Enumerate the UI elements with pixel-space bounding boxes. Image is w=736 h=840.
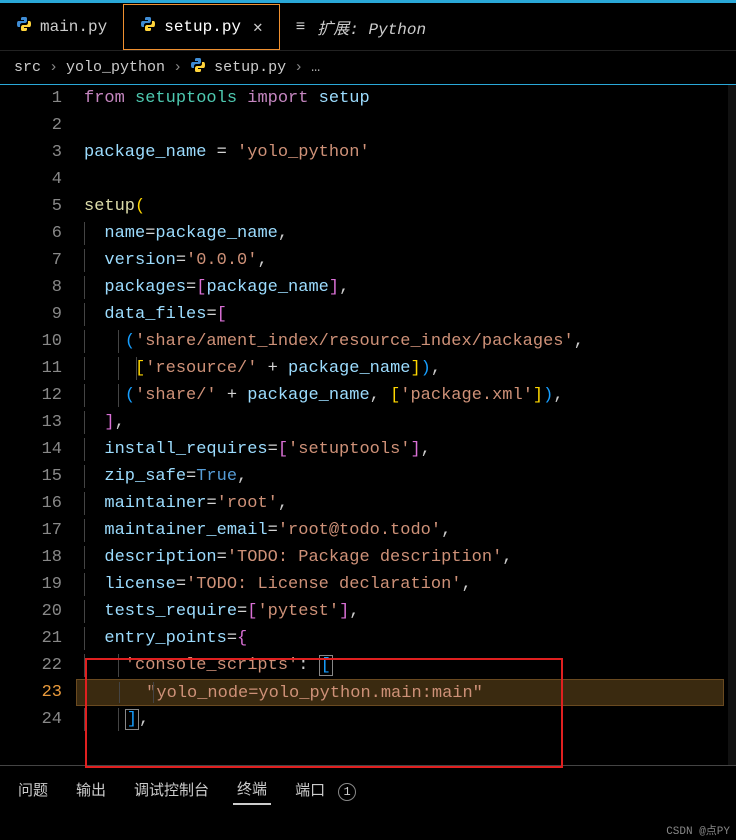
line-number[interactable]: 22 [0, 652, 62, 679]
code-line: zip_safe=True, [76, 463, 736, 490]
breadcrumb-ellipsis[interactable]: … [311, 59, 320, 76]
breadcrumb[interactable]: src › yolo_python › setup.py › … [0, 51, 736, 85]
chevron-right-icon: › [294, 59, 303, 76]
code-line: ], [76, 706, 736, 733]
code-line [76, 112, 736, 139]
code-editor[interactable]: 1 2 3 4 5 6 7 8 9 10 11 12 13 14 15 16 1… [0, 85, 736, 765]
code-line: description='TODO: Package description', [76, 544, 736, 571]
line-number[interactable]: 17 [0, 517, 62, 544]
editor-tabs: main.py setup.py ✕ ≡ 扩展: Python [0, 3, 736, 51]
chevron-right-icon: › [49, 59, 58, 76]
line-number[interactable]: 9 [0, 301, 62, 328]
code-line: "yolo_node=yolo_python.main:main" [76, 679, 724, 706]
code-line: tests_require=['pytest'], [76, 598, 736, 625]
tab-setup-py[interactable]: setup.py ✕ [123, 4, 279, 50]
code-line: license='TODO: License declaration', [76, 571, 736, 598]
code-line: setup( [76, 193, 736, 220]
tab-extension-python[interactable]: ≡ 扩展: Python [280, 4, 442, 50]
python-icon [190, 57, 206, 78]
code-line: ], [76, 409, 736, 436]
panel-tab-ports-label: 端口 [295, 783, 325, 800]
code-line: ('share/ament_index/resource_index/packa… [76, 328, 736, 355]
chevron-right-icon: › [173, 59, 182, 76]
panel-tab-debug-console[interactable]: 调试控制台 [130, 775, 213, 804]
line-number[interactable]: 8 [0, 274, 62, 301]
line-number[interactable]: 3 [0, 139, 62, 166]
code-line: maintainer_email='root@todo.todo', [76, 517, 736, 544]
line-number[interactable]: 24 [0, 706, 62, 733]
close-icon[interactable]: ✕ [253, 17, 263, 37]
line-number[interactable]: 14 [0, 436, 62, 463]
panel-tab-terminal[interactable]: 终端 [233, 774, 271, 805]
line-number[interactable]: 20 [0, 598, 62, 625]
list-icon: ≡ [296, 18, 306, 36]
breadcrumb-part[interactable]: src [14, 59, 41, 76]
code-area[interactable]: from setuptools import setup package_nam… [76, 85, 736, 765]
line-number[interactable]: 5 [0, 193, 62, 220]
panel-tab-ports[interactable]: 端口 1 [291, 775, 360, 805]
line-number[interactable]: 1 [0, 85, 62, 112]
line-number[interactable]: 6 [0, 220, 62, 247]
line-number[interactable]: 12 [0, 382, 62, 409]
code-line: version='0.0.0', [76, 247, 736, 274]
breadcrumb-part[interactable]: setup.py [214, 59, 286, 76]
line-number[interactable]: 10 [0, 328, 62, 355]
panel-tab-output[interactable]: 输出 [72, 775, 110, 804]
code-line [76, 166, 736, 193]
line-number[interactable]: 23 [0, 679, 62, 706]
python-icon [140, 16, 156, 37]
code-line: package_name = 'yolo_python' [76, 139, 736, 166]
line-number[interactable]: 11 [0, 355, 62, 382]
code-line: ['resource/' + package_name]), [76, 355, 736, 382]
line-number[interactable]: 15 [0, 463, 62, 490]
watermark: CSDN @点PY [666, 822, 730, 838]
code-line: from setuptools import setup [76, 85, 736, 112]
code-line: 'console_scripts': [ [76, 652, 736, 679]
tab-label: 扩展: Python [317, 15, 426, 39]
bottom-panel: 问题 输出 调试控制台 终端 端口 1 [0, 765, 736, 813]
code-line: name=package_name, [76, 220, 736, 247]
line-number[interactable]: 4 [0, 166, 62, 193]
panel-tab-problems[interactable]: 问题 [14, 775, 52, 804]
line-number[interactable]: 19 [0, 571, 62, 598]
line-number[interactable]: 21 [0, 625, 62, 652]
line-number[interactable]: 7 [0, 247, 62, 274]
tab-label: main.py [40, 18, 107, 36]
line-gutter: 1 2 3 4 5 6 7 8 9 10 11 12 13 14 15 16 1… [0, 85, 76, 765]
tab-main-py[interactable]: main.py [0, 4, 123, 50]
code-line: maintainer='root', [76, 490, 736, 517]
code-line: packages=[package_name], [76, 274, 736, 301]
minimap[interactable] [728, 85, 736, 765]
code-line: install_requires=['setuptools'], [76, 436, 736, 463]
line-number[interactable]: 13 [0, 409, 62, 436]
tab-label: setup.py [164, 18, 241, 36]
line-number[interactable]: 16 [0, 490, 62, 517]
python-icon [16, 16, 32, 37]
code-line: data_files=[ [76, 301, 736, 328]
line-number[interactable]: 18 [0, 544, 62, 571]
code-line: entry_points={ [76, 625, 736, 652]
breadcrumb-part[interactable]: yolo_python [66, 59, 165, 76]
line-number[interactable]: 2 [0, 112, 62, 139]
code-line: ('share/' + package_name, ['package.xml'… [76, 382, 736, 409]
port-count-badge: 1 [338, 783, 356, 801]
